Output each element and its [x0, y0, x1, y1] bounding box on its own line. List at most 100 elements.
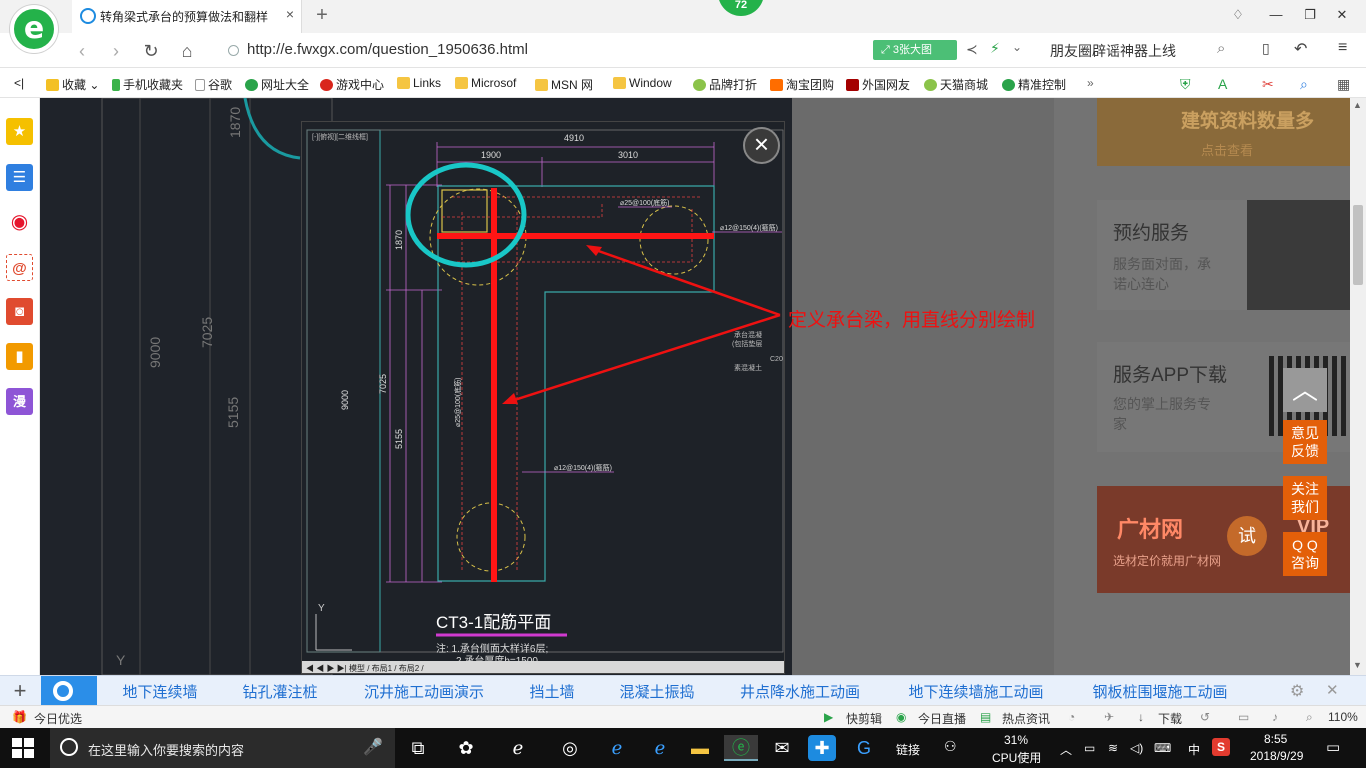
game-icon[interactable]: ◙	[6, 298, 33, 325]
close-lightbox-button[interactable]: ×	[743, 127, 780, 164]
comic-icon[interactable]: 漫	[6, 388, 33, 415]
status-news[interactable]: 热点资讯	[1002, 710, 1050, 727]
ie-icon[interactable]: ℯ	[646, 735, 674, 761]
ad-banner[interactable]: 建筑资料数量多 点击查看	[1097, 98, 1350, 166]
keyboard-icon[interactable]: ⌨	[1154, 741, 1171, 755]
ad-banner-link[interactable]: 点击查看	[1201, 140, 1253, 159]
mail-envelope-icon[interactable]: ✉	[768, 735, 796, 761]
restore-button[interactable]: ❐	[1300, 7, 1320, 25]
bookmark-item[interactable]: Window	[613, 76, 672, 92]
window-icon[interactable]: ▭	[1238, 710, 1249, 724]
collapse-sidebar-icon[interactable]: <|	[14, 76, 24, 92]
follow-button[interactable]: 关注 我们	[1283, 476, 1327, 520]
shield-icon[interactable]: ⛨	[1180, 76, 1191, 92]
hot-tag[interactable]: 挡土墙	[514, 681, 590, 703]
speed-icon[interactable]: ◔	[1068, 710, 1075, 724]
back-to-top-button[interactable]: ︿	[1283, 368, 1327, 412]
bookmark-item[interactable]: 天猫商城	[924, 76, 988, 92]
url-field[interactable]: http://e.fwxgx.com/question_1950636.html	[220, 38, 860, 63]
service-card[interactable]: 预约服务 服务面对面，承 诺心连心	[1097, 200, 1350, 310]
edge-icon[interactable]: ℯ	[603, 735, 631, 761]
bookmark-item[interactable]: 外国网友	[846, 76, 910, 92]
new-tab-button[interactable]: +	[312, 4, 332, 26]
sogou-ime-icon[interactable]: S	[1212, 738, 1230, 756]
taskbar-search[interactable]: 在这里输入你要搜索的内容 🎤	[50, 728, 395, 768]
big-image-button[interactable]: ⤢ 3张大图	[873, 40, 957, 60]
reload-button[interactable]: ↻	[141, 41, 161, 61]
chrome-icon[interactable]: ◎	[556, 735, 584, 761]
scissors-icon[interactable]: ✂	[1262, 76, 1274, 92]
chevron-down-icon[interactable]: ⌄	[1012, 40, 1022, 54]
close-icon[interactable]: ✕	[1326, 681, 1339, 699]
undo-icon[interactable]: ↶	[1294, 39, 1307, 59]
battery-icon[interactable]: ▭	[1084, 741, 1095, 755]
feedback-button[interactable]: 意见 反馈	[1283, 420, 1327, 464]
zoom-level[interactable]: 110%	[1328, 710, 1358, 724]
add-icon[interactable]: +	[8, 679, 32, 703]
hot-tag[interactable]: 地下连续墙	[104, 681, 216, 703]
star-icon[interactable]: ★	[6, 118, 33, 145]
status-today-pick[interactable]: 今日优选	[34, 710, 82, 727]
magnify-icon[interactable]: ⌕	[1300, 76, 1308, 92]
scrollbar-thumb[interactable]	[1353, 205, 1363, 285]
windows-start-icon[interactable]	[12, 738, 34, 758]
file-explorer-icon[interactable]: ▬	[686, 735, 714, 761]
browser-360-icon[interactable]: ⓔ	[724, 735, 758, 761]
hot-tag[interactable]: 沉井施工动画演示	[346, 681, 502, 703]
bookmark-item[interactable]: 游戏中心	[320, 76, 384, 92]
notification-badge[interactable]: 72	[718, 0, 764, 16]
bookmark-item[interactable]: MSN 网	[535, 76, 593, 92]
history-icon[interactable]: ↺	[1200, 710, 1210, 724]
hot-tag[interactable]: 钢板桩围堰施工动画	[1074, 681, 1246, 703]
bookmark-item[interactable]: 谷歌	[195, 76, 232, 92]
book-icon[interactable]: ▮	[6, 343, 33, 370]
hot-tag[interactable]: 井点降水施工动画	[722, 681, 878, 703]
forward-button[interactable]: ›	[106, 41, 126, 61]
scroll-up-icon[interactable]: ▲	[1353, 100, 1362, 110]
bookmark-item[interactable]: Links	[397, 76, 441, 92]
task-view-icon[interactable]: ⧉	[404, 735, 432, 761]
bookmark-item[interactable]: 品牌打折	[693, 76, 757, 92]
lightning-icon[interactable]: ⚡	[990, 40, 1000, 57]
phone-icon[interactable]: ▯	[1262, 40, 1270, 57]
bookmark-item[interactable]: 精准控制	[1002, 76, 1066, 92]
status-live[interactable]: 今日直播	[918, 710, 966, 727]
translate-icon[interactable]: A	[1218, 76, 1227, 92]
ime-indicator[interactable]: 中	[1188, 741, 1200, 758]
settings-icon[interactable]: ⚙	[1290, 681, 1304, 701]
search-suggestion[interactable]: 朋友圈辟谣神器上线	[1050, 41, 1176, 61]
status-kuaijian[interactable]: 快剪辑	[846, 710, 882, 727]
clock-date[interactable]: 2018/9/29	[1250, 749, 1303, 763]
qq-button[interactable]: Q Q 咨询	[1283, 532, 1327, 576]
pin-icon[interactable]: ✈	[1104, 710, 1114, 724]
links-label[interactable]: 链接	[896, 741, 920, 758]
tag-search-icon[interactable]	[41, 676, 97, 706]
bookmark-item[interactable]: 网址大全	[245, 76, 309, 92]
tab-close-button[interactable]: ×	[282, 6, 298, 24]
mail-icon[interactable]: @	[6, 254, 33, 281]
search-icon[interactable]: ⌕	[1217, 40, 1225, 57]
menu-icon[interactable]: ≡	[1338, 39, 1347, 57]
hot-tag[interactable]: 混凝土振捣	[604, 681, 710, 703]
bookmark-item[interactable]: 手机收藏夹	[112, 76, 183, 92]
window-close-button[interactable]: ✕	[1332, 7, 1352, 25]
scrollbar[interactable]	[1350, 98, 1366, 675]
people-icon[interactable]: ⚇	[944, 738, 957, 755]
scroll-down-icon[interactable]: ▼	[1353, 660, 1362, 670]
bookmark-item[interactable]: 淘宝团购	[770, 76, 834, 92]
clock-time[interactable]: 8:55	[1264, 732, 1287, 746]
hot-tag[interactable]: 地下连续墙施工动画	[890, 681, 1062, 703]
volume-icon[interactable]: ◁)	[1130, 741, 1143, 755]
shirt-icon[interactable]: ♢	[1228, 7, 1248, 25]
bookmark-item[interactable]: 收藏 ⌄	[46, 76, 99, 92]
g-app-icon[interactable]: G	[850, 735, 878, 761]
notification-center-icon[interactable]: ▭	[1326, 738, 1340, 756]
tray-chevron-icon[interactable]: ︿	[1060, 741, 1072, 758]
plus-app-icon[interactable]: ✚	[808, 735, 836, 761]
browser-logo-icon[interactable]: e	[10, 5, 58, 53]
bookmark-item[interactable]: Microsof	[455, 76, 516, 92]
hot-tag[interactable]: 钻孔灌注桩	[226, 681, 334, 703]
microphone-icon[interactable]: 🎤	[363, 737, 383, 757]
minimize-button[interactable]: —	[1266, 7, 1286, 25]
grid-icon[interactable]: ▦	[1337, 76, 1350, 92]
